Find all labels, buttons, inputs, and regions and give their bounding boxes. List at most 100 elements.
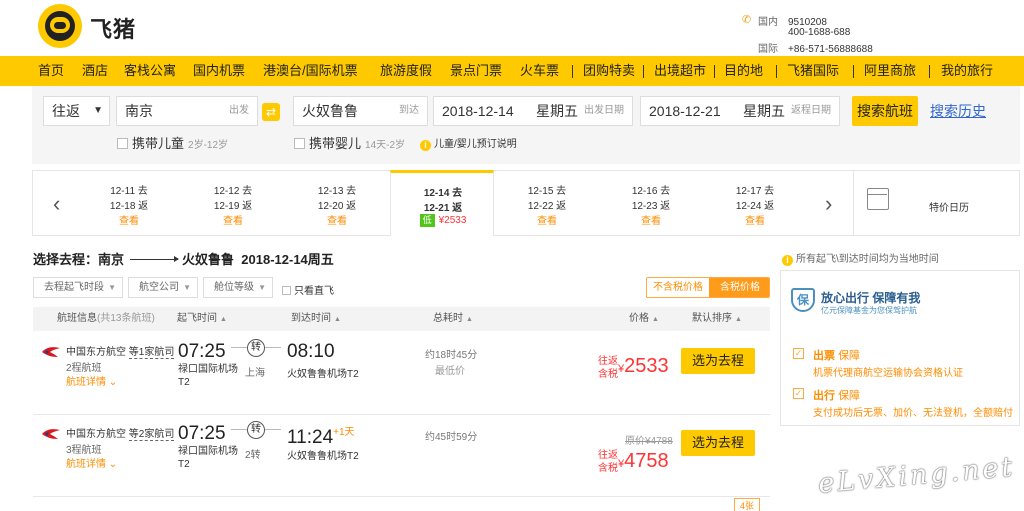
arrival-time: 08:10 [287, 341, 335, 362]
chevron-right-icon[interactable]: › [825, 191, 832, 217]
low-price-badge: 低 [419, 214, 435, 227]
airline-name: 中国东方航空 等2家航司 [66, 429, 175, 441]
segment-count: 2程航班 [66, 363, 102, 374]
china-eastern-logo-icon [42, 347, 60, 357]
brand-name[interactable]: 飞猪 [90, 12, 136, 44]
flight-details-link[interactable]: 航班详情 ⌄ [66, 455, 117, 470]
codeshare-link[interactable]: 等2家航司 [128, 429, 175, 441]
chevron-down-icon: ▼ [93, 105, 103, 116]
nav-destinations[interactable]: 目的地 [724, 56, 763, 86]
search-flights-button[interactable]: 搜索航班 [852, 96, 918, 126]
departure-airport: 禄口国际机场T2 [178, 364, 238, 388]
nav-domestic-flights[interactable]: 国内机票 [193, 56, 245, 86]
col-arrival-sort[interactable]: 到达时间 ▲ [291, 307, 341, 332]
depart-date-input[interactable]: 2018-12-14 星期五 出发日期 [433, 96, 633, 126]
transfer-icon: 转 [247, 339, 265, 357]
fliggy-logo-icon[interactable] [38, 4, 82, 48]
swap-cities-icon[interactable]: ⇄ [262, 103, 280, 121]
select-outbound-button[interactable]: 选为去程 [681, 348, 755, 374]
nav-fliggy-intl[interactable]: 飞猪国际 [787, 56, 839, 86]
local-time-note: i 所有起飞\到达时间均为当地时间 [782, 250, 939, 266]
chevron-down-icon: ⌄ [108, 459, 118, 470]
direct-only-checkbox[interactable]: 只看直飞 [282, 282, 334, 297]
phone-domestic: 国内 9510208 [758, 17, 827, 28]
infant-checkbox[interactable]: 携带婴儿 14天-2岁 [294, 133, 405, 152]
nav-alibaba-travel[interactable]: 阿里商旅 [864, 56, 916, 86]
chevron-left-icon[interactable]: ‹ [53, 191, 60, 217]
ticketing-guarantee-head: 出票 保障 [813, 350, 861, 362]
codeshare-link[interactable]: 等1家航司 [128, 347, 175, 359]
transfer-icon: 转 [247, 421, 265, 439]
check-icon: ✓ [793, 348, 804, 359]
nav-intl-flights[interactable]: 港澳台/国际机票 [263, 56, 358, 86]
date-option[interactable]: 12-15 去 12-22 返查看 [495, 171, 599, 235]
nav-group-deals[interactable]: 团购特卖 [583, 56, 635, 86]
trip-type-select[interactable]: 往返 ▼ [43, 96, 110, 126]
col-duration-sort[interactable]: 总耗时 ▲ [433, 307, 473, 332]
tickets-left-badge: 4张 [734, 498, 760, 511]
nav-hotel[interactable]: 酒店 [82, 56, 108, 86]
arrival-airport: 火奴鲁鲁机场T2 [287, 369, 359, 380]
calendar-icon[interactable] [867, 188, 889, 210]
sort-icon: ▲ [220, 316, 227, 323]
lowest-price-label: 最低价 [435, 366, 465, 377]
nav-train[interactable]: 火车票 [520, 56, 559, 86]
flight-row: 中国东方航空 等2家航司 3程航班 航班详情 ⌄ 07:25 禄口国际机场T2 … [33, 415, 770, 497]
tax-included-label: 含税 [598, 463, 618, 474]
flight-price: ¥2533 [618, 355, 669, 377]
nav-tickets[interactable]: 景点门票 [450, 56, 502, 86]
travel-guarantee-desc: 支付成功后无票、加价、无法登机，全额赔付 [813, 408, 1013, 419]
nav-my-trips[interactable]: 我的旅行 [941, 56, 993, 86]
price-incl-tax-option[interactable]: 含税价格 [709, 278, 769, 297]
airline-name: 中国东方航空 等1家航司 [66, 347, 175, 359]
flight-row: 中国东方航空 等1家航司 2程航班 航班详情 ⌄ 07:25 禄口国际机场T2 … [33, 333, 770, 415]
travel-guarantee-head: 出行 保障 [813, 390, 861, 402]
arrival-airport: 火奴鲁鲁机场T2 [287, 451, 359, 462]
return-date-input[interactable]: 2018-12-21 星期五 返程日期 [640, 96, 840, 126]
col-price-sort[interactable]: 价格 ▲ [629, 307, 659, 332]
date-option[interactable]: 12-13 去 12-20 返查看 [285, 171, 389, 235]
guarantee-title: 放心出行 保障有我 [821, 291, 921, 305]
site-header: 飞猪 ✆ 国内 9510208 400-1688-688 国际 +86-571-56… [0, 0, 1024, 56]
select-outbound-button[interactable]: 选为去程 [681, 430, 755, 456]
checkbox-icon[interactable] [282, 286, 291, 295]
cabin-filter[interactable]: 舱位等级 ▼ [203, 277, 273, 298]
china-eastern-logo-icon [42, 429, 60, 439]
departure-airport: 禄口国际机场T2 [178, 446, 238, 470]
nav-inn[interactable]: 客栈公寓 [124, 56, 176, 86]
travel-guarantee-panel: 保 放心出行 保障有我 亿元保障基金为您保驾护航 ✓ 出票 保障 机票代理商航空… [780, 270, 1020, 426]
flight-details-link[interactable]: 航班详情 ⌄ [66, 373, 117, 388]
tax-included-label: 含税 [598, 369, 618, 380]
nav-holiday[interactable]: 旅游度假 [380, 56, 432, 86]
phone-international: 国际 +86-571-56888688 [758, 44, 873, 55]
special-price-calendar[interactable]: 特价日历 [929, 199, 969, 214]
date-option[interactable]: 12-17 去 12-24 返查看 [703, 171, 807, 235]
date-option[interactable]: 12-12 去 12-19 返查看 [181, 171, 285, 235]
search-history-link[interactable]: 搜索历史 [930, 101, 986, 121]
flight-price: ¥4758 [618, 450, 669, 472]
checkbox-icon[interactable] [294, 138, 305, 149]
segment-count: 3程航班 [66, 445, 102, 456]
date-option[interactable]: 12-16 去 12-23 返查看 [599, 171, 703, 235]
child-checkbox[interactable]: 携带儿童 2岁-12岁 [117, 133, 228, 152]
departure-time: 07:25 [178, 341, 226, 362]
airline-filter[interactable]: 航空公司 ▼ [128, 277, 198, 298]
total-duration: 约45时59分 [425, 432, 478, 443]
transfer-city: 上海 [245, 368, 265, 379]
col-departure-sort[interactable]: 起飞时间 ▲ [177, 307, 227, 332]
from-city-input[interactable]: 南京 出发 [116, 96, 258, 126]
date-option-selected[interactable]: 12-14 去 12-21 返 低 ¥2533 [390, 170, 494, 236]
date-option[interactable]: 12-11 去 12-18 返查看 [77, 171, 181, 235]
nav-home[interactable]: 首页 [38, 56, 64, 86]
sort-icon: ▲ [334, 316, 341, 323]
total-duration: 约18时45分 [425, 350, 478, 361]
child-infant-booking-note[interactable]: i 儿童/婴儿预订说明 [420, 135, 517, 151]
price-excl-tax-option[interactable]: 不含税价格 [647, 278, 709, 297]
checkbox-icon[interactable] [117, 138, 128, 149]
nav-outbound-market[interactable]: 出境超市 [654, 56, 706, 86]
to-city-input[interactable]: 火奴鲁鲁 到达 [293, 96, 428, 126]
main-nav: 首页 酒店 客栈公寓 国内机票 港澳台/国际机票 旅游度假 景点门票 火车票 团… [0, 56, 1024, 86]
col-default-sort[interactable]: 默认排序 ▲ [692, 307, 742, 332]
departure-period-filter[interactable]: 去程起飞时段 ▼ [33, 277, 123, 298]
caret-down-icon: ▼ [108, 283, 116, 292]
